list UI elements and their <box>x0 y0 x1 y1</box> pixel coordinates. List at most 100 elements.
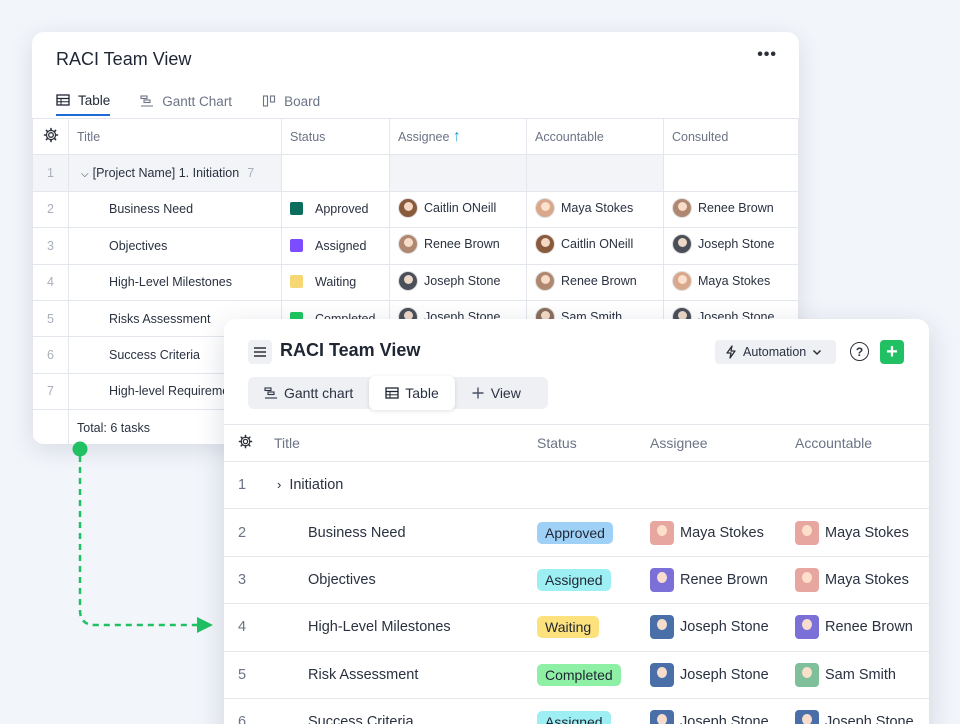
person-name: Caitlin ONeill <box>424 200 497 215</box>
table-row[interactable]: 4 High-Level Milestones Waiting Joseph S… <box>32 263 799 301</box>
tab-add-view[interactable]: View <box>455 377 537 409</box>
status-cell[interactable]: Waiting <box>537 603 650 652</box>
group-label: [Project Name] 1. Initiation <box>92 166 240 181</box>
assignee-cell[interactable]: Joseph Stone <box>389 263 527 301</box>
status-cell[interactable]: Completed <box>537 650 650 699</box>
chevron-down-icon <box>813 349 822 356</box>
tab-board[interactable]: Board <box>262 86 320 116</box>
person-name: Joseph Stone <box>825 714 914 724</box>
accountable-cell[interactable]: Maya Stokes <box>526 190 664 229</box>
status-cell[interactable]: Waiting <box>281 263 390 301</box>
accountable-cell[interactable]: Sam Smith <box>795 650 929 699</box>
avatar <box>535 197 555 218</box>
plus-icon <box>472 387 484 399</box>
assignee-cell[interactable]: Maya Stokes <box>650 508 795 557</box>
table-row[interactable]: 5 Risk Assessment Completed Joseph Stone… <box>224 650 929 699</box>
assignee-cell[interactable]: Joseph Stone <box>650 697 795 724</box>
accountable-cell[interactable]: Caitlin ONeill <box>526 227 664 265</box>
tab-label: Table <box>405 385 439 401</box>
status-swatch <box>290 238 303 252</box>
status-badge: Assigned <box>537 568 611 591</box>
task-title[interactable]: High-Level Milestones <box>68 263 282 301</box>
person-name: Maya Stokes <box>825 571 909 588</box>
status-badge: Assigned <box>537 711 611 724</box>
column-header-assignee[interactable]: Assignee ↑ <box>389 117 527 156</box>
avatar <box>650 710 674 724</box>
status-cell[interactable]: Approved <box>537 508 650 557</box>
menu-icon <box>254 347 266 357</box>
group-title[interactable]: ⌵ [Project Name] 1. Initiation 7 <box>68 154 282 192</box>
task-title[interactable]: Risk Assessment <box>274 650 537 699</box>
gear-icon <box>238 434 253 449</box>
column-header-status[interactable]: Status <box>281 117 390 156</box>
add-button[interactable]: + <box>880 340 904 364</box>
status-label: Waiting <box>315 275 357 290</box>
sort-ascending-icon[interactable]: ↑ <box>453 128 461 145</box>
column-settings-button[interactable] <box>224 424 274 462</box>
accountable-cell[interactable]: Renee Brown <box>526 263 664 301</box>
table-row[interactable]: 4 High-Level Milestones Waiting Joseph S… <box>224 603 929 652</box>
avatar <box>535 234 555 255</box>
row-number: 4 <box>224 603 274 652</box>
table-row[interactable]: 3 Objectives Assigned Renee Brown Caitli… <box>32 227 799 265</box>
empty-cell <box>663 154 799 192</box>
chevron-right-icon[interactable]: › <box>277 477 281 492</box>
person-name: Joseph Stone <box>680 666 769 683</box>
column-header-title[interactable]: Title <box>274 424 537 462</box>
status-cell[interactable]: Assigned <box>281 227 390 265</box>
column-header-consulted[interactable]: Consulted <box>663 117 799 156</box>
task-title[interactable]: Business Need <box>274 508 537 557</box>
accountable-cell[interactable]: Maya Stokes <box>795 508 929 557</box>
accountable-cell[interactable]: Joseph Stone <box>795 697 929 724</box>
task-title[interactable]: Objectives <box>68 227 282 265</box>
group-title[interactable]: › Initiation <box>274 460 537 509</box>
status-cell[interactable]: Approved <box>281 190 390 229</box>
tab-table[interactable]: Table <box>369 376 455 410</box>
tab-gantt-chart[interactable]: Gantt chart <box>248 377 369 409</box>
automation-button[interactable]: Automation <box>715 340 836 364</box>
column-header-title[interactable]: Title <box>68 117 282 156</box>
accountable-cell[interactable]: Renee Brown <box>795 603 929 652</box>
consulted-cell[interactable]: Maya Stokes <box>663 263 799 301</box>
chevron-down-icon[interactable]: ⌵ <box>81 169 89 180</box>
task-title[interactable]: Objectives <box>274 555 537 604</box>
table-row[interactable]: 2 Business Need Approved Caitlin ONeill … <box>32 190 799 229</box>
row-number: 1 <box>32 154 69 192</box>
consulted-cell[interactable]: Renee Brown <box>663 190 799 229</box>
table-row[interactable]: 2 Business Need Approved Maya Stokes May… <box>224 508 929 557</box>
tab-table[interactable]: Table <box>56 86 111 116</box>
status-cell[interactable]: Assigned <box>537 697 650 724</box>
column-settings-button[interactable] <box>32 117 69 156</box>
column-header-assignee[interactable]: Assignee <box>650 424 795 462</box>
assignee-cell[interactable]: Joseph Stone <box>650 603 795 652</box>
task-title[interactable]: Success Criteria <box>274 697 537 724</box>
consulted-cell[interactable]: Joseph Stone <box>663 227 799 265</box>
task-title[interactable]: Business Need <box>68 190 282 229</box>
tab-gantt-chart[interactable]: Gantt Chart <box>140 86 232 116</box>
row-number: 1 <box>224 460 274 509</box>
more-options-icon[interactable]: ••• <box>757 46 777 64</box>
assignee-cell[interactable]: Caitlin ONeill <box>389 190 527 229</box>
help-button[interactable]: ? <box>850 342 869 361</box>
assignee-cell[interactable]: Renee Brown <box>650 555 795 604</box>
column-header-status[interactable]: Status <box>537 424 650 462</box>
table-row[interactable]: 3 Objectives Assigned Renee Brown Maya S… <box>224 555 929 604</box>
menu-button[interactable] <box>248 340 272 364</box>
status-badge: Completed <box>537 663 621 686</box>
table-row[interactable]: 6 Success Criteria Assigned Joseph Stone… <box>224 697 929 724</box>
group-row[interactable]: 1 ⌵ [Project Name] 1. Initiation 7 <box>32 154 799 192</box>
group-label: Initiation <box>289 477 344 494</box>
group-row[interactable]: 1 › Initiation <box>224 460 929 509</box>
gantt-icon <box>140 95 154 107</box>
assignee-cell[interactable]: Joseph Stone <box>650 650 795 699</box>
column-header-accountable[interactable]: Accountable <box>526 117 664 156</box>
avatar <box>672 234 692 255</box>
column-header-accountable[interactable]: Accountable <box>795 424 929 462</box>
task-title[interactable]: High-Level Milestones <box>274 603 537 652</box>
assignee-cell[interactable]: Renee Brown <box>389 227 527 265</box>
accountable-cell[interactable]: Maya Stokes <box>795 555 929 604</box>
avatar <box>398 197 418 218</box>
empty-cell <box>650 460 795 509</box>
view-tabs: Table Gantt Chart Board <box>56 86 320 118</box>
status-cell[interactable]: Assigned <box>537 555 650 604</box>
